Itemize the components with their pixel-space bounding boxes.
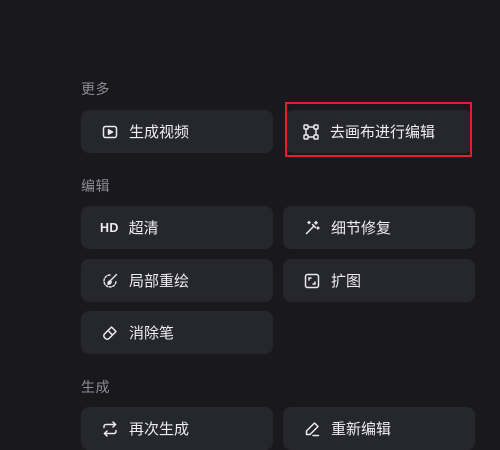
edit-in-canvas-button[interactable]: 去画布进行编辑 xyxy=(285,110,472,153)
expand-icon xyxy=(304,273,320,289)
regenerate-button[interactable]: 再次生成 xyxy=(81,407,273,450)
edit-in-canvas-label: 去画布进行编辑 xyxy=(330,123,436,141)
detail-repair-label: 细节修复 xyxy=(331,219,392,237)
video-icon xyxy=(102,124,118,140)
section-title-more: 更多 xyxy=(81,82,110,98)
eraser-icon xyxy=(102,325,118,341)
pen-icon xyxy=(304,421,320,437)
canvas-crop-icon xyxy=(303,123,319,140)
regenerate-label: 再次生成 xyxy=(129,420,190,438)
re-edit-button[interactable]: 重新编辑 xyxy=(283,407,475,450)
eraser-label: 消除笔 xyxy=(129,324,175,342)
detail-repair-button[interactable]: 细节修复 xyxy=(283,206,475,249)
brush-icon xyxy=(102,273,118,289)
generate-video-button[interactable]: 生成视频 xyxy=(81,110,273,153)
re-edit-label: 重新编辑 xyxy=(331,420,392,438)
magic-wand-icon xyxy=(304,220,320,236)
section-title-generate: 生成 xyxy=(81,380,110,396)
eraser-button[interactable]: 消除笔 xyxy=(81,311,273,354)
action-panel: 更多 生成视频 去画布进行编辑 编辑 HD 超清 细节修复 局部重绘 扩图 消除… xyxy=(0,0,500,450)
section-title-edit: 编辑 xyxy=(81,179,110,195)
generate-video-label: 生成视频 xyxy=(129,123,190,141)
expand-image-button[interactable]: 扩图 xyxy=(283,259,475,302)
hd-icon: HD xyxy=(100,220,119,235)
hd-upscale-label: 超清 xyxy=(128,219,159,237)
inpaint-button[interactable]: 局部重绘 xyxy=(81,259,273,302)
expand-image-label: 扩图 xyxy=(331,272,362,290)
repeat-icon xyxy=(102,420,118,437)
inpaint-label: 局部重绘 xyxy=(129,272,190,290)
hd-upscale-button[interactable]: HD 超清 xyxy=(81,206,273,249)
